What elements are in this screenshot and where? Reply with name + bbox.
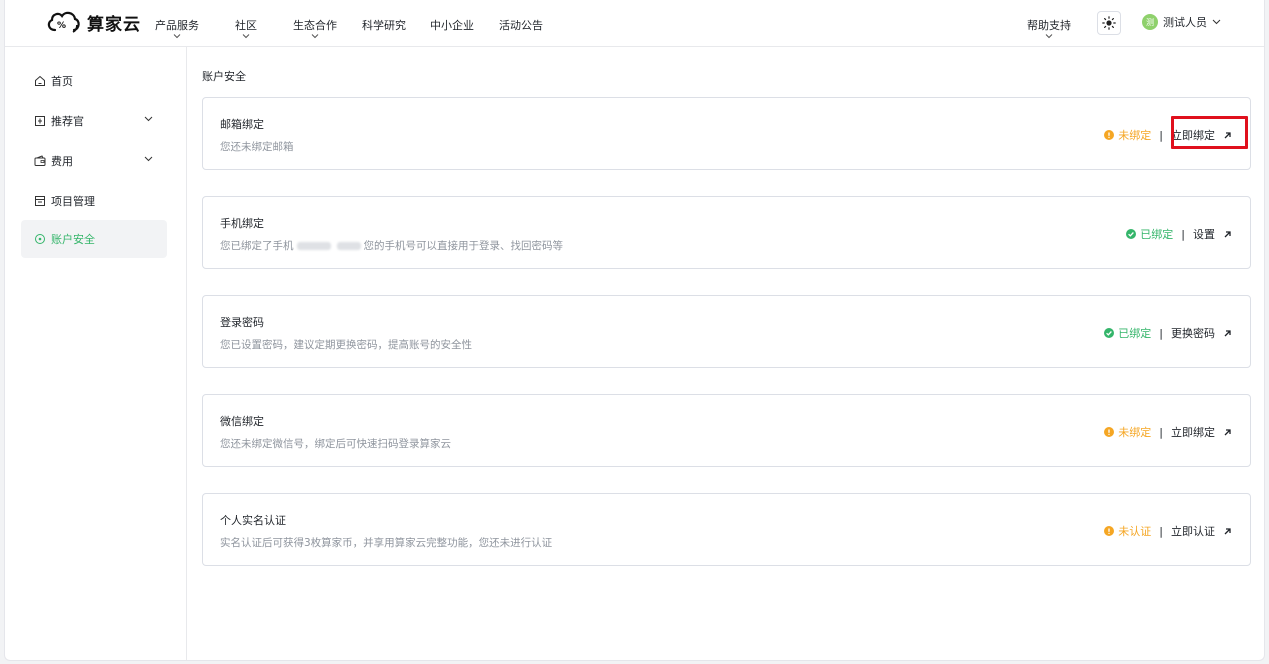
separator: |	[1159, 326, 1163, 340]
page-title: 账户安全	[202, 70, 246, 83]
bind-wechat-button[interactable]: 立即绑定	[1171, 424, 1215, 440]
sidebar-item-label: 账户安全	[51, 233, 95, 246]
nav-help-label: 帮助支持	[1027, 19, 1071, 32]
change-password-button[interactable]: 更换密码	[1171, 325, 1215, 341]
status-badge: 未绑定	[1118, 426, 1152, 439]
sidebar: 首页 推荐官 费用 项目管理 账户安全	[5, 47, 187, 660]
nav-research[interactable]: 科学研究	[362, 17, 406, 33]
arrow-up-right-icon[interactable]	[1223, 527, 1232, 536]
check-icon	[1126, 229, 1137, 239]
card-title: 个人实名认证	[220, 514, 286, 527]
svg-text:%: %	[57, 21, 66, 31]
warning-icon	[1104, 526, 1115, 536]
verify-identity-button[interactable]: 立即认证	[1171, 523, 1215, 539]
sidebar-item-referral[interactable]: 推荐官	[21, 102, 167, 140]
card-desc: 您还未绑定微信号，绑定后可快速扫码登录算家云	[220, 438, 451, 450]
warning-icon	[1104, 427, 1115, 437]
logo-icon: %	[47, 11, 80, 33]
status-badge: 未认证	[1118, 525, 1152, 538]
chevron-down-icon	[1212, 19, 1221, 25]
arrow-up-right-icon[interactable]	[1223, 131, 1232, 140]
card-desc-prefix: 您已绑定了手机	[220, 240, 294, 252]
card-desc: 您已设置密码，建议定期更换密码，提高账号的安全性	[220, 339, 472, 351]
nav-products[interactable]: 产品服务	[155, 17, 199, 41]
separator: |	[1181, 227, 1185, 241]
sidebar-item-label: 推荐官	[51, 115, 84, 128]
sun-icon	[1102, 16, 1116, 30]
nav-ecosystem[interactable]: 生态合作	[293, 17, 337, 41]
sidebar-item-billing[interactable]: 费用	[21, 142, 167, 180]
theme-toggle-button[interactable]	[1097, 11, 1121, 35]
chevron-down-icon	[144, 156, 153, 162]
nav-community[interactable]: 社区	[235, 17, 257, 41]
card-status: 未绑定 | 立即绑定	[1104, 424, 1232, 440]
masked-phone	[296, 242, 331, 250]
card-status: 已绑定 | 更换密码	[1104, 325, 1232, 341]
masked-phone	[336, 242, 361, 250]
nav-products-label: 产品服务	[155, 19, 199, 32]
chevron-down-icon	[1027, 33, 1071, 41]
sidebar-item-projects[interactable]: 项目管理	[21, 182, 167, 220]
sidebar-item-label: 首页	[51, 75, 73, 88]
brand-logo[interactable]: % 算家云	[45, 8, 141, 36]
separator: |	[1159, 128, 1163, 142]
nav-community-label: 社区	[235, 19, 257, 32]
card-status: 已绑定 | 设置	[1126, 226, 1232, 242]
home-icon	[34, 75, 46, 87]
card-title: 邮箱绑定	[220, 118, 264, 131]
nav-research-label: 科学研究	[362, 19, 406, 32]
card-title: 登录密码	[220, 316, 264, 329]
nav-ecosystem-label: 生态合作	[293, 19, 337, 32]
arrow-up-right-icon[interactable]	[1223, 428, 1232, 437]
folder-icon	[34, 195, 46, 207]
status-badge: 未绑定	[1118, 129, 1152, 142]
sidebar-item-label: 项目管理	[51, 195, 95, 208]
chevron-down-icon	[155, 33, 199, 41]
card-status: 未绑定 | 立即绑定	[1104, 127, 1232, 143]
card-desc: 您还未绑定邮箱	[220, 141, 294, 153]
bind-email-button[interactable]: 立即绑定	[1171, 127, 1215, 143]
sidebar-item-label: 费用	[51, 155, 73, 168]
brand-name: 算家云	[87, 14, 141, 35]
security-card-email: 邮箱绑定 您还未绑定邮箱 未绑定 | 立即绑定	[202, 97, 1251, 170]
card-desc-suffix: 您的手机号可以直接用于登录、找回密码等	[363, 240, 564, 252]
security-card-wechat: 微信绑定 您还未绑定微信号，绑定后可快速扫码登录算家云 未绑定 | 立即绑定	[202, 394, 1251, 467]
wallet-icon	[34, 155, 46, 167]
security-card-realname: 个人实名认证 实名认证后可获得3枚算家币，并享用算家云完整功能，您还未进行认证 …	[202, 493, 1251, 566]
card-desc: 您已绑定了手机 您的手机号可以直接用于登录、找回密码等	[220, 238, 563, 253]
phone-settings-button[interactable]: 设置	[1193, 226, 1215, 242]
shield-icon	[34, 233, 46, 245]
card-desc: 实名认证后可获得3枚算家币，并享用算家云完整功能，您还未进行认证	[220, 537, 553, 549]
arrow-up-right-icon[interactable]	[1223, 230, 1232, 239]
separator: |	[1159, 425, 1163, 439]
security-card-phone: 手机绑定 您已绑定了手机 您的手机号可以直接用于登录、找回密码等 已绑定 | 设置	[202, 196, 1251, 269]
separator: |	[1159, 524, 1163, 538]
nav-events-label: 活动公告	[499, 19, 543, 32]
nav-sme[interactable]: 中小企业	[430, 17, 474, 33]
chevron-down-icon	[235, 33, 257, 41]
card-title: 手机绑定	[220, 217, 264, 230]
nav-help[interactable]: 帮助支持	[1027, 17, 1071, 41]
sidebar-item-home[interactable]: 首页	[21, 62, 167, 100]
security-card-password: 登录密码 您已设置密码，建议定期更换密码，提高账号的安全性 已绑定 | 更换密码	[202, 295, 1251, 368]
nav-sme-label: 中小企业	[430, 19, 474, 32]
sidebar-item-security[interactable]: 账户安全	[21, 220, 167, 258]
top-header: % 算家云 产品服务 社区 生态合作 科学研究 中小企业 活动公告 帮助支持 测…	[5, 0, 1264, 47]
chevron-down-icon	[144, 116, 153, 122]
avatar: 测	[1142, 14, 1158, 30]
chevron-down-icon	[293, 33, 337, 41]
card-status: 未认证 | 立即认证	[1104, 523, 1232, 539]
status-badge: 已绑定	[1118, 327, 1152, 340]
warning-icon	[1104, 130, 1115, 140]
user-menu[interactable]: 测 测试人员	[1142, 14, 1221, 30]
nav-events[interactable]: 活动公告	[499, 17, 543, 33]
app-window: % 算家云 产品服务 社区 生态合作 科学研究 中小企业 活动公告 帮助支持 测…	[4, 0, 1265, 661]
user-name: 测试人员	[1163, 16, 1207, 29]
card-title: 微信绑定	[220, 415, 264, 428]
badge-icon	[34, 115, 46, 127]
status-badge: 已绑定	[1140, 228, 1174, 241]
check-icon	[1104, 328, 1115, 338]
arrow-up-right-icon[interactable]	[1223, 329, 1232, 338]
